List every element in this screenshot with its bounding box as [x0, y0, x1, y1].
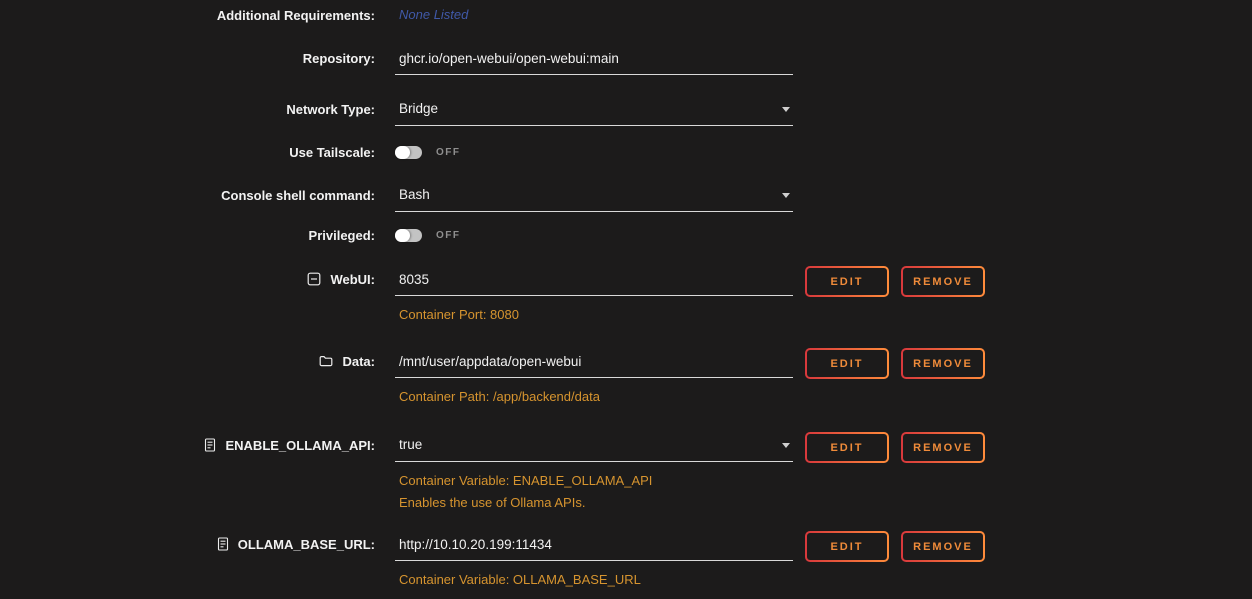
field-label: Data: — [342, 354, 375, 369]
edit-button-label: EDIT — [830, 276, 863, 288]
toggle-state-label: OFF — [436, 230, 461, 241]
dropdown-arrow-icon — [782, 443, 790, 448]
remove-button-label: REMOVE — [913, 276, 973, 288]
remove-button[interactable]: REMOVE — [901, 531, 985, 562]
use-tailscale-toggle[interactable] — [395, 146, 422, 159]
edit-button[interactable]: EDIT — [805, 432, 889, 463]
field-row-network-type: Network Type: Bridge — [0, 99, 1252, 126]
field-row-use-tailscale: Use Tailscale: OFF — [0, 144, 1252, 160]
field-label: ENABLE_OLLAMA_API: — [225, 438, 375, 453]
remove-button[interactable]: REMOVE — [901, 266, 985, 297]
edit-button-label: EDIT — [830, 358, 863, 370]
edit-button[interactable]: EDIT — [805, 266, 889, 297]
field-row-repository: Repository: — [0, 48, 1252, 75]
field-row-console-shell-command: Console shell command: Bash — [0, 185, 1252, 212]
field-description: Container Variable: ENABLE_OLLAMA_API — [395, 473, 793, 488]
remove-button-label: REMOVE — [913, 358, 973, 370]
field-label: Repository: — [303, 51, 375, 66]
port-icon — [307, 272, 321, 286]
field-row-additional-requirements: Additional Requirements: None Listed — [0, 7, 1252, 23]
network-type-select[interactable]: Bridge — [395, 99, 793, 126]
toggle-knob — [395, 146, 410, 159]
folder-icon — [319, 355, 333, 367]
remove-button[interactable]: REMOVE — [901, 348, 985, 379]
dropdown-arrow-icon — [782, 107, 790, 112]
field-label: Console shell command: — [221, 188, 375, 203]
remove-button[interactable]: REMOVE — [901, 432, 985, 463]
remove-button-label: REMOVE — [913, 442, 973, 454]
remove-button-label: REMOVE — [913, 541, 973, 553]
docker-container-settings-form: Additional Requirements: None Listed Rep… — [0, 0, 1252, 599]
field-row-enable-ollama-api: ENABLE_OLLAMA_API: true Container Variab… — [0, 432, 1252, 510]
field-label: OLLAMA_BASE_URL: — [238, 537, 375, 552]
field-row-ollama-base-url: OLLAMA_BASE_URL: Container Variable: OLL… — [0, 531, 1252, 587]
edit-button-label: EDIT — [830, 442, 863, 454]
field-label: Additional Requirements: — [217, 8, 375, 23]
field-row-privileged: Privileged: OFF — [0, 227, 1252, 243]
enable-ollama-api-select[interactable]: true — [395, 435, 793, 462]
field-description: Container Path: /app/backend/data — [395, 389, 793, 404]
additional-requirements-value: None Listed — [395, 7, 793, 23]
network-type-selected-value: Bridge — [399, 101, 438, 116]
console-shell-command-select[interactable]: Bash — [395, 185, 793, 212]
enable-ollama-api-selected-value: true — [399, 437, 422, 452]
field-label: Network Type: — [286, 102, 375, 117]
field-row-data-path: Data: Container Path: /app/backend/data … — [0, 348, 1252, 404]
field-label: Privileged: — [309, 228, 375, 243]
field-label: Use Tailscale: — [289, 145, 375, 160]
edit-button[interactable]: EDIT — [805, 348, 889, 379]
privileged-toggle[interactable] — [395, 229, 422, 242]
field-label: WebUI: — [330, 272, 375, 287]
field-description: Enables the use of Ollama APIs. — [395, 495, 793, 510]
dropdown-arrow-icon — [782, 193, 790, 198]
webui-port-input[interactable] — [395, 269, 793, 296]
variable-icon — [204, 438, 216, 452]
ollama-base-url-input[interactable] — [395, 534, 793, 561]
field-row-webui-port: WebUI: Container Port: 8080 EDIT REMOVE — [0, 266, 1252, 322]
edit-button-label: EDIT — [830, 541, 863, 553]
toggle-state-label: OFF — [436, 147, 461, 158]
field-description: Container Port: 8080 — [395, 307, 793, 322]
field-description: Container Variable: OLLAMA_BASE_URL — [395, 572, 793, 587]
edit-button[interactable]: EDIT — [805, 531, 889, 562]
data-path-input[interactable] — [395, 351, 793, 378]
toggle-knob — [395, 229, 410, 242]
variable-icon — [217, 537, 229, 551]
repository-input[interactable] — [395, 48, 793, 75]
console-shell-selected-value: Bash — [399, 187, 430, 202]
